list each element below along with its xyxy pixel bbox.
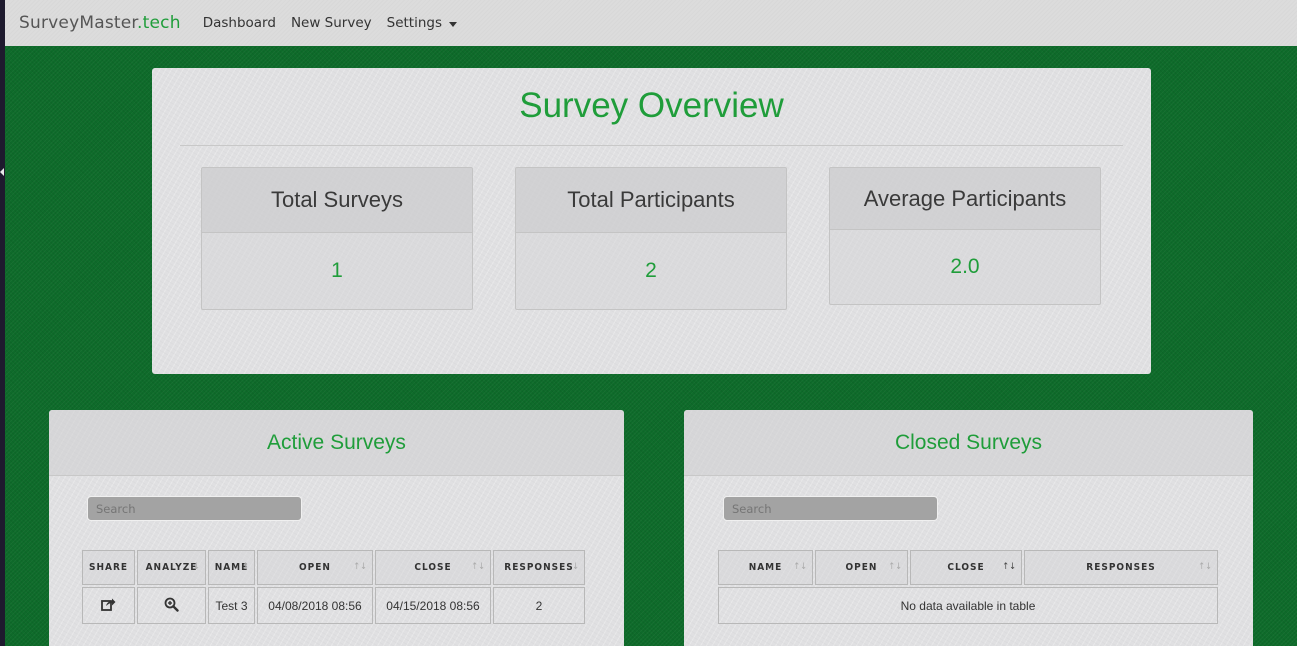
column-header-close[interactable]: CLOSE ↑↓ xyxy=(910,550,1022,585)
column-header-name[interactable]: NAME ↕ xyxy=(208,550,255,585)
column-label: ANALYZE xyxy=(145,562,198,573)
column-header-close[interactable]: CLOSE ↑↓ xyxy=(375,550,491,585)
active-surveys-table: SHARE ANALYZE ↓ NAME ↕ OPEN ↑↓ CLOSE ↑↓ RESP… xyxy=(80,548,587,626)
sort-icon: ↑↓ xyxy=(353,562,367,572)
stat-card-average-participants: Average Participants 2.0 xyxy=(829,167,1101,305)
closed-surveys-table: NAME ↑↓ OPEN ↑↓ CLOSE ↑↓ RESPONSES ↑↓ No dat… xyxy=(716,548,1220,626)
share-icon[interactable] xyxy=(101,597,116,614)
analyze-cell xyxy=(137,587,206,624)
column-label: SHARE xyxy=(88,562,129,573)
nav-settings-dropdown[interactable]: Settings xyxy=(386,15,458,31)
active-search-input[interactable] xyxy=(87,496,302,521)
overview-title: Survey Overview xyxy=(519,86,784,125)
responses-cell: 2 xyxy=(493,587,585,624)
stat-card-total-participants: Total Participants 2 xyxy=(515,167,787,310)
stat-value: 2.0 xyxy=(950,255,980,278)
sort-icon: ↑↓ xyxy=(1198,562,1212,572)
table-row: Test 3 04/08/2018 08:56 04/15/2018 08:56… xyxy=(82,587,585,624)
sort-icon: ↑↓ xyxy=(793,562,807,572)
sort-icon: ↓ xyxy=(572,562,579,572)
stat-label: Total Participants xyxy=(516,168,786,233)
stat-label: Average Participants xyxy=(830,168,1100,230)
name-cell[interactable]: Test 3 xyxy=(208,587,255,624)
caret-down-icon xyxy=(449,21,458,27)
column-label: CLOSE xyxy=(414,562,452,573)
stat-value: 1 xyxy=(331,259,343,282)
column-header-name[interactable]: NAME ↑↓ xyxy=(718,550,813,585)
column-label: CLOSE xyxy=(947,562,985,573)
column-header-open[interactable]: OPEN ↑↓ xyxy=(257,550,373,585)
column-label: RESPONSES xyxy=(1086,562,1156,573)
stat-value: 2 xyxy=(645,259,657,282)
column-label: NAME xyxy=(748,562,783,573)
sort-icon: ↑↓ xyxy=(1002,562,1016,572)
navbar: SurveyMaster.tech Dashboard New Survey S… xyxy=(5,0,1297,46)
zoom-in-icon[interactable] xyxy=(164,597,179,615)
sort-icon: ↑↓ xyxy=(888,562,902,572)
survey-overview-panel: Survey Overview Total Surveys 1 Total Pa… xyxy=(152,68,1151,374)
column-header-share[interactable]: SHARE xyxy=(82,550,135,585)
sort-icon: ↕ xyxy=(242,562,249,572)
brand-tld: .tech xyxy=(137,13,181,33)
stat-label: Total Surveys xyxy=(202,168,472,233)
column-header-responses[interactable]: RESPONSES ↓ xyxy=(493,550,585,585)
brand-name: SurveyMaster xyxy=(19,13,138,33)
nav-settings-label: Settings xyxy=(386,15,443,31)
stat-card-total-surveys: Total Surveys 1 xyxy=(201,167,473,310)
active-surveys-title: Active Surveys xyxy=(49,410,624,476)
closed-surveys-title: Closed Surveys xyxy=(684,410,1253,476)
column-label: OPEN xyxy=(299,562,331,573)
overview-divider xyxy=(180,145,1123,146)
table-row-empty: No data available in table xyxy=(718,587,1218,624)
closed-search-input[interactable] xyxy=(723,496,938,521)
column-header-analyze[interactable]: ANALYZE ↓ xyxy=(137,550,206,585)
column-label: RESPONSES xyxy=(504,562,574,573)
nav-links: Dashboard New Survey Settings xyxy=(203,15,458,31)
empty-table-message: No data available in table xyxy=(718,587,1218,624)
close-date-cell: 04/15/2018 08:56 xyxy=(375,587,491,624)
active-surveys-panel: Active Surveys SHARE ANALYZE↓ NAME↕ OPEN… xyxy=(49,410,624,646)
column-header-open[interactable]: OPEN ↑↓ xyxy=(815,550,908,585)
column-label: OPEN xyxy=(845,562,878,573)
left-window-edge xyxy=(0,0,5,646)
sort-icon: ↓ xyxy=(193,562,200,572)
column-header-responses[interactable]: RESPONSES ↑↓ xyxy=(1024,550,1218,585)
open-date-cell: 04/08/2018 08:56 xyxy=(257,587,373,624)
closed-surveys-panel: Closed Surveys NAME ↑↓ OPEN ↑↓ CLOSE ↑↓ RES… xyxy=(684,410,1253,646)
brand-logo[interactable]: SurveyMaster.tech xyxy=(19,13,181,33)
nav-dashboard[interactable]: Dashboard xyxy=(203,15,276,31)
nav-new-survey[interactable]: New Survey xyxy=(291,15,372,31)
share-cell xyxy=(82,587,135,624)
collapse-arrow-icon[interactable] xyxy=(0,168,4,176)
sort-icon: ↑↓ xyxy=(471,562,485,572)
